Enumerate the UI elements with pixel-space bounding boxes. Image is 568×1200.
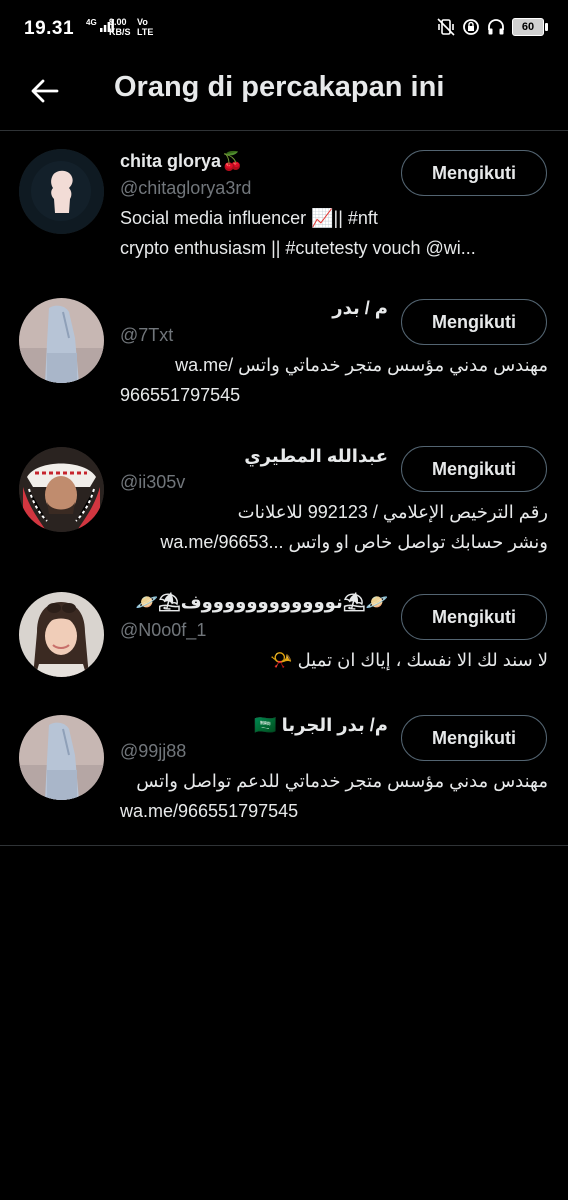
status-time: 19.31	[24, 18, 75, 39]
avatar[interactable]	[19, 592, 104, 677]
bio-line: Social media influencer 📈|| #nft	[120, 208, 378, 228]
avatar[interactable]	[19, 149, 104, 234]
bio-line: ونشر حسابك تواصل خاص او واتس ...wa.me/96…	[160, 532, 548, 552]
avatar[interactable]	[19, 447, 104, 532]
arrow-left-icon	[31, 79, 59, 103]
bio-line: رقم الترخيص الإعلامي / 992123 للاعلانات	[237, 502, 548, 522]
user-bio: Social media influencer 📈|| #nft crypto …	[120, 203, 548, 263]
bio-line: 966551797545	[120, 385, 241, 405]
headphones-icon	[488, 19, 504, 35]
bio-line: مهندس مدني مؤسس متجر خدماتي للدعم تواصل …	[136, 771, 548, 791]
user-handle: @99jj88	[120, 741, 187, 761]
data-speed-value: 9.00	[109, 17, 127, 27]
following-button[interactable]: Mengikuti	[401, 299, 547, 345]
user-row[interactable]: chita glorya🍒 @chitaglorya3rd Social med…	[0, 131, 568, 278]
user-bio: لا سند لك الا نفسك ، إياك ان تميل 📯	[120, 645, 548, 675]
user-name: عبدالله المطيري	[244, 446, 388, 466]
volte-label: Vo	[137, 17, 148, 27]
user-row[interactable]: م / بدر @7Txt مهندس مدني مؤسس متجر خدمات…	[0, 278, 568, 425]
network-type: 4G	[86, 18, 97, 27]
following-button[interactable]: Mengikuti	[401, 446, 547, 492]
volte-indicator: Vo LTE	[137, 17, 153, 37]
user-name: م/ بدر الجربا 🇸🇦	[254, 715, 388, 735]
user-bio: رقم الترخيص الإعلامي / 992123 للاعلانات …	[120, 497, 548, 557]
following-button[interactable]: Mengikuti	[401, 150, 547, 196]
data-speed: 9.00 KB/S	[109, 17, 131, 37]
vibrate-icon	[437, 18, 455, 36]
user-row[interactable]: م/ بدر الجربا 🇸🇦 @99jj88 مهندس مدني مؤسس…	[0, 695, 568, 845]
user-handle: @N0o0f_1	[120, 620, 207, 640]
user-handle: @ii305v	[120, 472, 186, 492]
avatar[interactable]	[19, 298, 104, 383]
list-divider	[0, 845, 568, 846]
user-name: م / بدر	[332, 298, 388, 318]
battery-icon: 60	[512, 18, 548, 36]
bio-line: crypto enthusiasm || #cutetesty vouch @w…	[120, 238, 476, 258]
bio-line: wa.me/966551797545	[120, 801, 299, 821]
lte-label: LTE	[137, 27, 154, 37]
data-speed-unit: KB/S	[109, 27, 131, 37]
user-bio: مهندس مدني مؤسس متجر خدماتي للدعم تواصل …	[120, 766, 548, 826]
user-handle: @chitaglorya3rd	[120, 178, 252, 198]
user-bio: مهندس مدني مؤسس متجر خدماتي واتس /wa.me …	[120, 350, 548, 410]
bio-line: مهندس مدني مؤسس متجر خدماتي واتس /wa.me	[175, 355, 548, 375]
app-header: Orang di percakapan ini	[0, 60, 568, 131]
back-button[interactable]	[24, 70, 66, 112]
following-button[interactable]: Mengikuti	[401, 715, 547, 761]
user-row[interactable]: عبدالله المطيري @ii305v رقم الترخيص الإع…	[0, 425, 568, 572]
status-bar: 19.31 4G 9.00 KB/S Vo LTE 60	[0, 0, 568, 60]
avatar[interactable]	[19, 715, 104, 800]
page-title: Orang di percakapan ini	[114, 71, 445, 103]
user-name: chita glorya🍒	[120, 151, 244, 171]
following-button[interactable]: Mengikuti	[401, 594, 547, 640]
user-row[interactable]: 🪐⛱نووووووووووووف⛱🪐 @N0o0f_1 لا سند لك ال…	[0, 572, 568, 695]
user-handle: @7Txt	[120, 325, 174, 345]
bio-line: لا سند لك الا نفسك ، إياك ان تميل 📯	[270, 650, 548, 670]
user-name: 🪐⛱نووووووووووووف⛱🪐	[135, 592, 388, 612]
alarm-icon	[463, 19, 479, 35]
